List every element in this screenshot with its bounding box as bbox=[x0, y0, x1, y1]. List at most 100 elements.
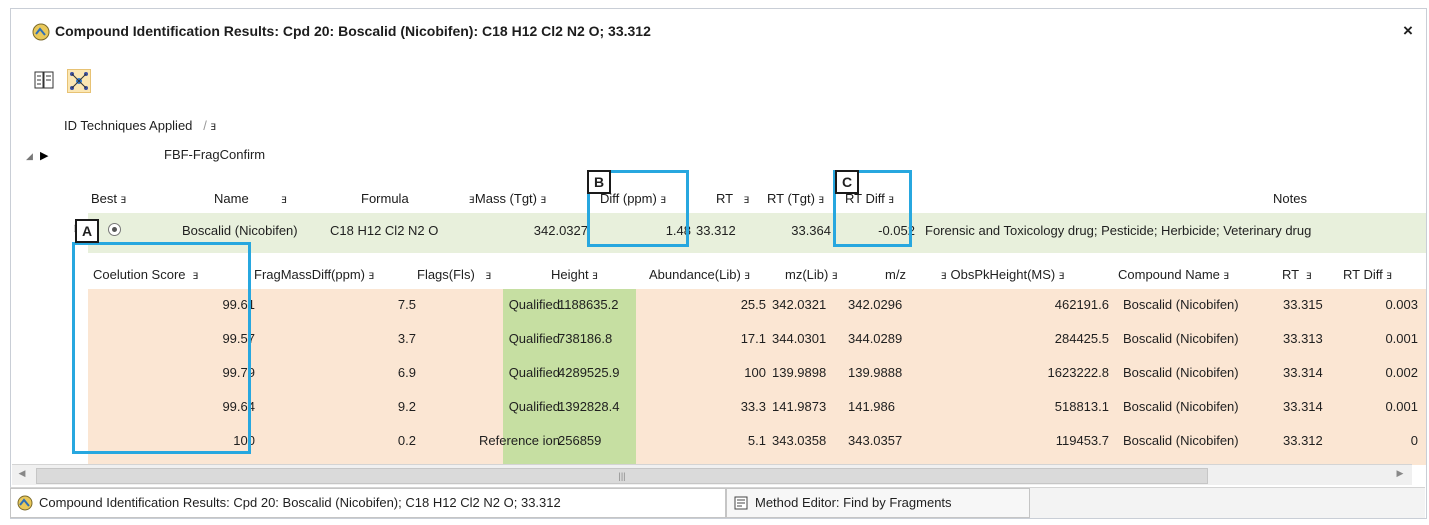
cell-flags[interactable]: Qualified bbox=[418, 365, 560, 380]
col-header-abundance[interactable]: Abundance(Lib) ⱻ bbox=[649, 267, 750, 282]
pin-icon[interactable]: ⱻ bbox=[486, 268, 492, 282]
cell-height[interactable]: 1392828.4 bbox=[558, 399, 648, 414]
scroll-left-icon[interactable]: ◀ bbox=[14, 468, 30, 482]
col-header-mz[interactable]: m/z bbox=[885, 267, 906, 282]
cell-rt-diff[interactable]: 0.001 bbox=[1343, 399, 1418, 414]
pin-icon[interactable]: ⱻ bbox=[819, 192, 825, 206]
cell-rt-diff[interactable]: 0.003 bbox=[1343, 297, 1418, 312]
cell-flags[interactable]: Qualified bbox=[418, 399, 560, 414]
table-row[interactable]: 99.64 9.2 Qualified 1392828.4 33.3 141.9873 14… bbox=[88, 391, 1426, 425]
col-header-mz-lib[interactable]: mz(Lib) ⱻ bbox=[785, 267, 838, 282]
id-techniques-header[interactable]: ID Techniques Applied / ⱻ bbox=[64, 118, 216, 133]
cell-rt-diff[interactable]: 0.001 bbox=[1343, 331, 1418, 346]
cell-fragmassdiff[interactable]: 6.9 bbox=[258, 365, 416, 380]
cell-height[interactable]: 4289525.9 bbox=[558, 365, 648, 380]
cell-height[interactable]: 738186.8 bbox=[558, 331, 648, 346]
col-header-height[interactable]: Height ⱻ bbox=[551, 267, 598, 282]
cell-mz-lib[interactable]: 141.9873 bbox=[772, 399, 842, 414]
pin-icon[interactable]: ⱻ bbox=[1224, 268, 1230, 282]
cell-mz-lib[interactable]: 343.0358 bbox=[772, 433, 842, 448]
pin-icon[interactable]: ⱻ bbox=[744, 192, 750, 206]
cell-compound-name[interactable]: Boscalid (Nicobifen) bbox=[1123, 297, 1283, 312]
table-row[interactable]: 99.79 6.9 Qualified 4289525.9 100 139.9898 139… bbox=[88, 357, 1426, 391]
col-header-rt-tgt[interactable]: RT (Tgt) ⱻ bbox=[767, 191, 824, 206]
col-header-fragmassdiff[interactable]: FragMassDiff(ppm) ⱻ bbox=[254, 267, 375, 282]
col-header-flags[interactable]: Flags(Fls) ⱻ bbox=[417, 267, 492, 282]
cell-obspkheight[interactable]: 462191.6 bbox=[959, 297, 1109, 312]
col-header-rt[interactable]: RT ⱻ bbox=[716, 191, 750, 206]
cell-obspkheight[interactable]: 119453.7 bbox=[959, 433, 1109, 448]
expand-arrow-icon[interactable]: ▶ bbox=[40, 149, 48, 162]
cell-mass-tgt[interactable]: 342.0327 bbox=[508, 223, 588, 238]
table-row[interactable]: ▷ Boscalid (Nicobifen) C18 H12 Cl2 N2 O … bbox=[74, 213, 1426, 253]
cell-abundance[interactable]: 33.3 bbox=[658, 399, 766, 414]
col-header-best[interactable]: Best ⱻ bbox=[91, 191, 127, 206]
cell-obspkheight[interactable]: 1623222.8 bbox=[959, 365, 1109, 380]
cell-fragmassdiff[interactable]: 9.2 bbox=[258, 399, 416, 414]
scroll-thumb[interactable]: ||| bbox=[36, 468, 1208, 484]
cell-rt-tgt[interactable]: 33.364 bbox=[768, 223, 831, 238]
close-icon[interactable]: × bbox=[1399, 22, 1417, 40]
col-header-formula[interactable]: Formula bbox=[361, 191, 409, 206]
cell-mz[interactable]: 141.986 bbox=[848, 399, 959, 414]
col-header-compound-name[interactable]: Compound Name ⱻ bbox=[1118, 267, 1229, 282]
col-header-mass-tgt[interactable]: ⱻMass (Tgt) ⱻ bbox=[469, 191, 547, 206]
col-header-frag-rt[interactable]: RT ⱻ bbox=[1282, 267, 1312, 282]
pin-icon[interactable]: ⱻ bbox=[1306, 268, 1312, 282]
cell-fragmassdiff[interactable]: 0.2 bbox=[258, 433, 416, 448]
cell-compound-name[interactable]: Boscalid (Nicobifen) bbox=[1123, 365, 1283, 380]
cell-notes[interactable]: Forensic and Toxicology drug; Pesticide;… bbox=[925, 223, 1426, 238]
pin-icon[interactable]: ⱻ bbox=[832, 268, 838, 282]
cell-compound-name[interactable]: Boscalid (Nicobifen) bbox=[1123, 433, 1283, 448]
cell-abundance[interactable]: 25.5 bbox=[658, 297, 766, 312]
cell-name[interactable]: Boscalid (Nicobifen) bbox=[182, 223, 298, 238]
pin-icon[interactable]: ⱻ bbox=[369, 268, 375, 282]
cell-abundance[interactable]: 17.1 bbox=[658, 331, 766, 346]
col-header-name[interactable]: Name ⱻ bbox=[214, 191, 287, 206]
pin-icon[interactable]: ⱻ bbox=[941, 268, 947, 282]
horizontal-scrollbar[interactable]: ◀ ||| ▶ bbox=[12, 464, 1412, 485]
pin-icon[interactable]: ⱻ bbox=[1386, 268, 1392, 282]
cell-flags[interactable]: Reference ion bbox=[418, 433, 560, 448]
tab-method-editor[interactable]: Method Editor: Find by Fragments bbox=[726, 488, 1030, 518]
cell-mz[interactable]: 139.9888 bbox=[848, 365, 959, 380]
sort-icon[interactable]: / bbox=[203, 118, 207, 133]
cell-mz[interactable]: 342.0296 bbox=[848, 297, 959, 312]
col-header-frag-rt-diff[interactable]: RT Diff ⱻ bbox=[1343, 267, 1392, 282]
pin-icon[interactable]: ⱻ bbox=[592, 268, 598, 282]
pin-icon[interactable]: ⱻ bbox=[744, 268, 750, 282]
cell-mz[interactable]: 344.0289 bbox=[848, 331, 959, 346]
cell-flags[interactable]: Qualified bbox=[418, 297, 560, 312]
cell-obspkheight[interactable]: 284425.5 bbox=[959, 331, 1109, 346]
cell-mz-lib[interactable]: 342.0321 bbox=[772, 297, 842, 312]
collapse-icon[interactable]: ◢ bbox=[26, 151, 33, 162]
cell-formula[interactable]: C18 H12 Cl2 N2 O bbox=[330, 223, 438, 238]
cell-height[interactable]: 256859 bbox=[558, 433, 648, 448]
cell-rt-diff[interactable]: 0.002 bbox=[1343, 365, 1418, 380]
cell-abundance[interactable]: 5.1 bbox=[658, 433, 766, 448]
cell-fragmassdiff[interactable]: 3.7 bbox=[258, 331, 416, 346]
cell-obspkheight[interactable]: 518813.1 bbox=[959, 399, 1109, 414]
best-radio[interactable] bbox=[107, 222, 122, 240]
cell-compound-name[interactable]: Boscalid (Nicobifen) bbox=[1123, 331, 1283, 346]
list-icon[interactable] bbox=[33, 69, 55, 91]
pin-icon[interactable]: ⱻ bbox=[281, 192, 287, 206]
tab-compound-results[interactable]: Compound Identification Results: Cpd 20:… bbox=[10, 488, 726, 518]
col-header-notes[interactable]: Notes bbox=[1273, 191, 1307, 206]
scroll-right-icon[interactable]: ▶ bbox=[1392, 468, 1408, 482]
table-row[interactable]: 99.61 7.5 Qualified 1188635.2 25.5 342.0321 34… bbox=[88, 289, 1426, 323]
col-header-obspkheight[interactable]: ⱻ ObsPkHeight(MS) ⱻ bbox=[941, 267, 1065, 282]
pin-icon[interactable]: ⱻ bbox=[211, 119, 217, 133]
table-row[interactable]: 99.57 3.7 Qualified 738186.8 17.1 344.0301 344… bbox=[88, 323, 1426, 357]
cell-rt-diff[interactable]: 0 bbox=[1343, 433, 1418, 448]
cell-compound-name[interactable]: Boscalid (Nicobifen) bbox=[1123, 399, 1283, 414]
cell-fragmassdiff[interactable]: 7.5 bbox=[258, 297, 416, 312]
cell-mz-lib[interactable]: 139.9898 bbox=[772, 365, 842, 380]
cell-abundance[interactable]: 100 bbox=[658, 365, 766, 380]
cell-rt[interactable]: 33.312 bbox=[696, 223, 736, 238]
cell-height[interactable]: 1188635.2 bbox=[558, 297, 648, 312]
cell-mz-lib[interactable]: 344.0301 bbox=[772, 331, 842, 346]
table-row[interactable]: 100 0.2 Reference ion 256859 5.1 343.0358 343.… bbox=[88, 425, 1426, 459]
cell-flags[interactable]: Qualified bbox=[418, 331, 560, 346]
pin-icon[interactable]: ⱻ bbox=[541, 192, 547, 206]
